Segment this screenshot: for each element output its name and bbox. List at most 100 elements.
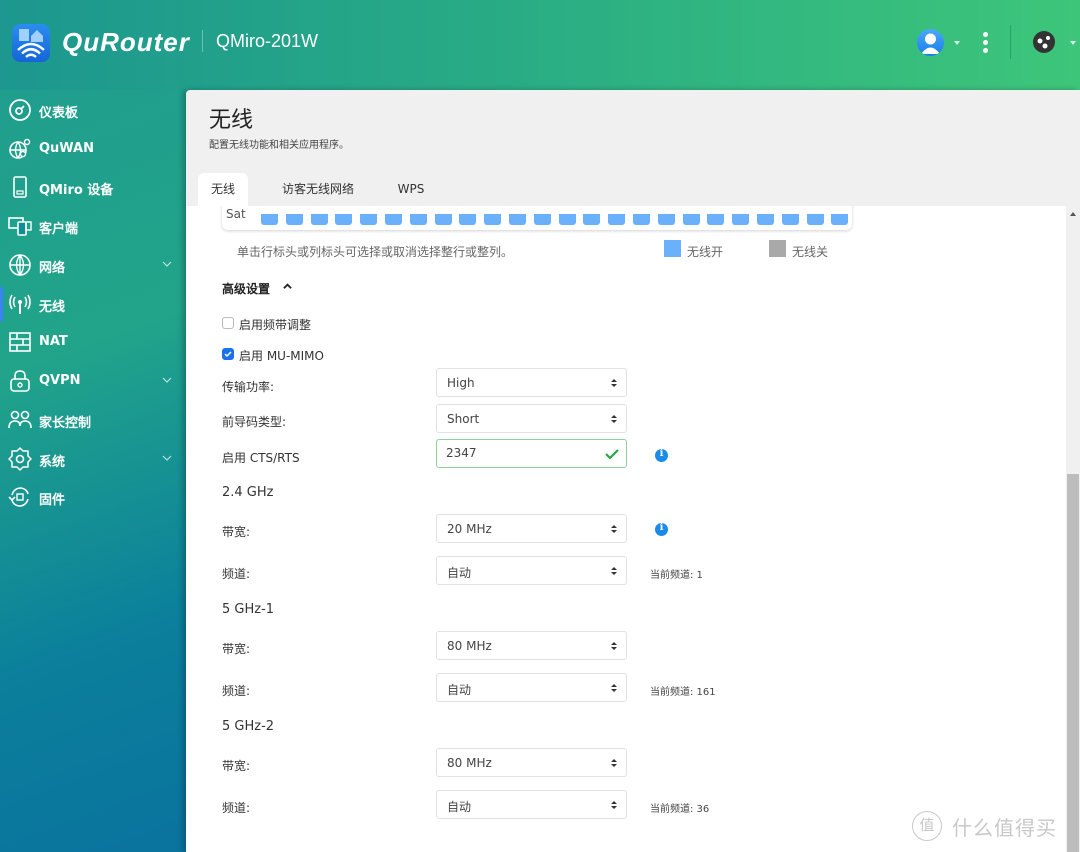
schedule-cell-hour-8[interactable] (459, 214, 477, 225)
page-description: 配置无线功能和相关应用程序。 (209, 140, 349, 151)
band-5g1-bandwidth-select[interactable]: 80 MHz (436, 631, 627, 660)
schedule-cell-hour-6[interactable] (409, 214, 427, 225)
schedule-cell-hour-3[interactable] (335, 214, 353, 225)
sidebar-item-label: 固件 (39, 493, 66, 508)
parental-users-icon (8, 410, 32, 429)
wireless-schedule-grid: Sat (222, 206, 852, 230)
schedule-cell-hour-4[interactable] (360, 214, 378, 225)
cts-rts-label: 启用 CTS/RTS (222, 451, 300, 465)
band-5g2-channel-value: 自动 (447, 800, 472, 814)
schedule-cell-hour-19[interactable] (732, 214, 750, 225)
globe-icon (9, 254, 31, 276)
more-options-icon[interactable] (980, 30, 992, 56)
preamble-value: Short (447, 412, 480, 426)
band-2g-bandwidth-info-icon[interactable] (655, 522, 668, 536)
legend-off-swatch (769, 240, 786, 257)
advanced-settings-title[interactable]: 高级设置 (222, 280, 270, 297)
scrollbar-thumb[interactable] (1067, 474, 1079, 852)
band-5g2-current-channel: 当前频道: 36 (650, 804, 710, 815)
cts-rts-field[interactable] (436, 439, 627, 468)
sidebar-item-label: 客户端 (39, 222, 79, 237)
sidebar-item-clients[interactable]: 客户端 (0, 207, 186, 245)
sidebar-item-system[interactable]: 系统 (0, 440, 186, 478)
band-2g-title: 2.4 GHz (222, 485, 274, 500)
schedule-cell-hour-17[interactable] (682, 214, 700, 225)
sidebar: 仪表板 QuWAN QMiro 设备 客户端 网络 无线 NAT QVPN 家长… (0, 90, 186, 852)
schedule-cell-hour-0[interactable] (261, 214, 278, 225)
sidebar-item-label: QVPN (39, 373, 81, 388)
sidebar-item-qmiro-devices[interactable]: QMiro 设备 (0, 168, 186, 206)
tx-power-select[interactable]: High (436, 368, 627, 397)
schedule-cell-hour-16[interactable] (657, 214, 675, 225)
schedule-cell-hour-9[interactable] (484, 214, 502, 225)
schedule-cell-hour-15[interactable] (633, 214, 650, 225)
sidebar-item-wireless[interactable]: 无线 (0, 285, 186, 323)
band-2g-bandwidth-select[interactable]: 20 MHz (436, 514, 627, 543)
cts-rts-info-icon[interactable] (655, 448, 668, 462)
schedule-cell-hour-21[interactable] (781, 214, 799, 225)
scroll-up-arrow-icon[interactable] (1070, 212, 1076, 216)
chevron-down-icon (162, 455, 172, 461)
schedule-cell-hour-1[interactable] (285, 214, 303, 225)
sidebar-item-label: QuWAN (39, 141, 95, 156)
select-arrows-icon (611, 801, 617, 809)
schedule-cell-hour-2[interactable] (310, 214, 328, 225)
band-5g2-bandwidth-select[interactable]: 80 MHz (436, 748, 627, 777)
schedule-cell-hour-12[interactable] (558, 214, 576, 225)
region-globe-icon[interactable] (1033, 31, 1055, 53)
band-2g-current-channel: 当前频道: 1 (650, 570, 703, 581)
schedule-cell-hour-13[interactable] (583, 214, 601, 225)
legend-on-label: 无线开 (687, 245, 724, 259)
legend-off-label: 无线关 (792, 245, 829, 259)
page-title: 无线 (209, 108, 254, 133)
tab-wps[interactable]: WPS (386, 173, 436, 206)
schedule-cell-hour-18[interactable] (707, 214, 725, 225)
band-5g1-channel-select[interactable]: 自动 (436, 673, 627, 702)
schedule-cell-hour-7[interactable] (434, 214, 452, 225)
band-5g2-channel-select[interactable]: 自动 (436, 790, 627, 819)
gear-icon (8, 447, 32, 471)
preamble-select[interactable]: Short (436, 404, 627, 433)
sidebar-item-parental-control[interactable]: 家长控制 (0, 401, 186, 439)
region-menu-caret-icon[interactable] (1070, 41, 1076, 45)
tab-guest-wireless[interactable]: 访客无线网络 (268, 173, 368, 206)
sidebar-item-nat[interactable]: NAT (0, 323, 186, 361)
user-avatar-icon[interactable] (917, 29, 944, 56)
select-arrows-icon (611, 684, 617, 692)
chevron-up-icon[interactable] (283, 282, 292, 291)
select-arrows-icon (611, 642, 617, 650)
band-2g-channel-value: 自动 (447, 566, 472, 580)
sidebar-item-qvpn[interactable]: QVPN (0, 362, 186, 400)
tab-wireless[interactable]: 无线 (198, 173, 248, 206)
sidebar-item-network[interactable]: 网络 (0, 246, 186, 284)
firmware-refresh-icon (8, 487, 29, 507)
schedule-cell-hour-23[interactable] (831, 214, 849, 225)
main-panel: 无线 配置无线功能和相关应用程序。 无线 访客无线网络 WPS Sat 单击行标… (186, 90, 1080, 852)
band-steering-checkbox[interactable] (222, 317, 234, 329)
quwan-globe-pin-icon (9, 138, 31, 159)
schedule-row-header-sat[interactable]: Sat (226, 207, 246, 221)
schedule-cell-hour-22[interactable] (806, 214, 824, 225)
sidebar-item-firmware[interactable]: 固件 (0, 478, 186, 516)
band-2g-channel-select[interactable]: 自动 (436, 556, 627, 585)
band-2g-channel-label: 频道: (222, 567, 251, 581)
schedule-cell-hour-11[interactable] (533, 214, 551, 225)
mu-mimo-label: 启用 MU-MIMO (239, 349, 324, 363)
valid-check-icon (605, 449, 619, 460)
schedule-cell-hour-20[interactable] (757, 214, 774, 225)
schedule-hint: 单击行标头或列标头可选择或取消选择整行或整列。 (237, 245, 514, 259)
lock-icon (10, 370, 30, 392)
schedule-cell-hour-10[interactable] (509, 214, 526, 225)
band-5g1-title: 5 GHz-1 (222, 602, 275, 617)
sidebar-item-quwan[interactable]: QuWAN (0, 130, 186, 168)
sidebar-item-label: 仪表板 (39, 106, 79, 121)
chevron-down-icon (162, 261, 172, 267)
user-menu-caret-icon[interactable] (954, 41, 960, 45)
schedule-cell-hour-5[interactable] (385, 214, 402, 225)
cts-rts-input[interactable] (446, 446, 596, 460)
mu-mimo-checkbox[interactable] (222, 348, 234, 360)
brand-divider (202, 30, 203, 52)
schedule-cell-hour-14[interactable] (608, 214, 626, 225)
content-scrollbar[interactable] (1066, 206, 1080, 852)
sidebar-item-dashboard[interactable]: 仪表板 (0, 91, 186, 129)
